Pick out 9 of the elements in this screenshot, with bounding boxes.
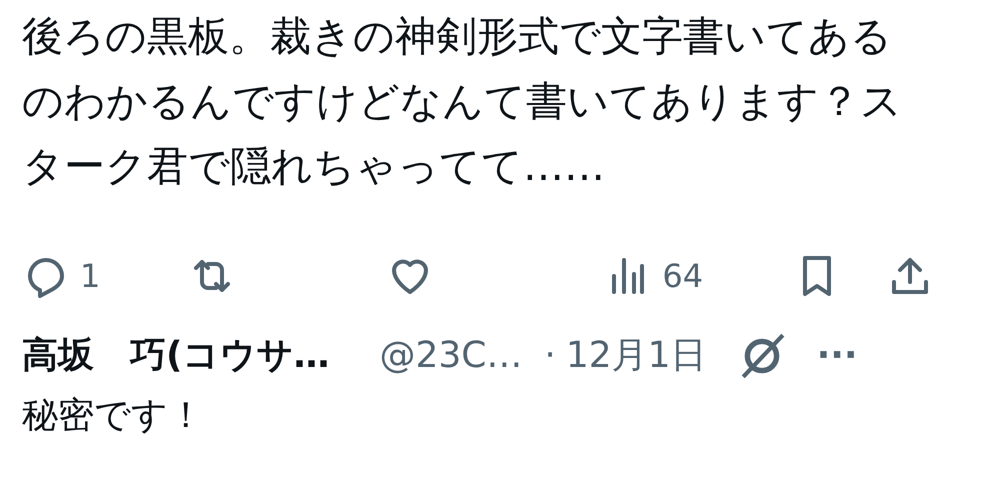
- more-button[interactable]: ···: [816, 329, 858, 383]
- post-date: 12月1日: [566, 334, 707, 378]
- views-button[interactable]: 64: [604, 252, 704, 300]
- tweet-text: 後ろの黒板。裁きの神剣形式で文字書いてあるのわかるんですけどなんて書いてあります？スターク君で隠れちゃってて……: [21, 11, 903, 192]
- reply-button[interactable]: 1: [22, 252, 100, 300]
- separator-dot: ·: [544, 334, 556, 378]
- author-name: 高坂 巧(コウサ…: [22, 334, 330, 378]
- reply-text: 秘密です！: [21, 394, 205, 438]
- author-handle: @23C…: [379, 334, 522, 378]
